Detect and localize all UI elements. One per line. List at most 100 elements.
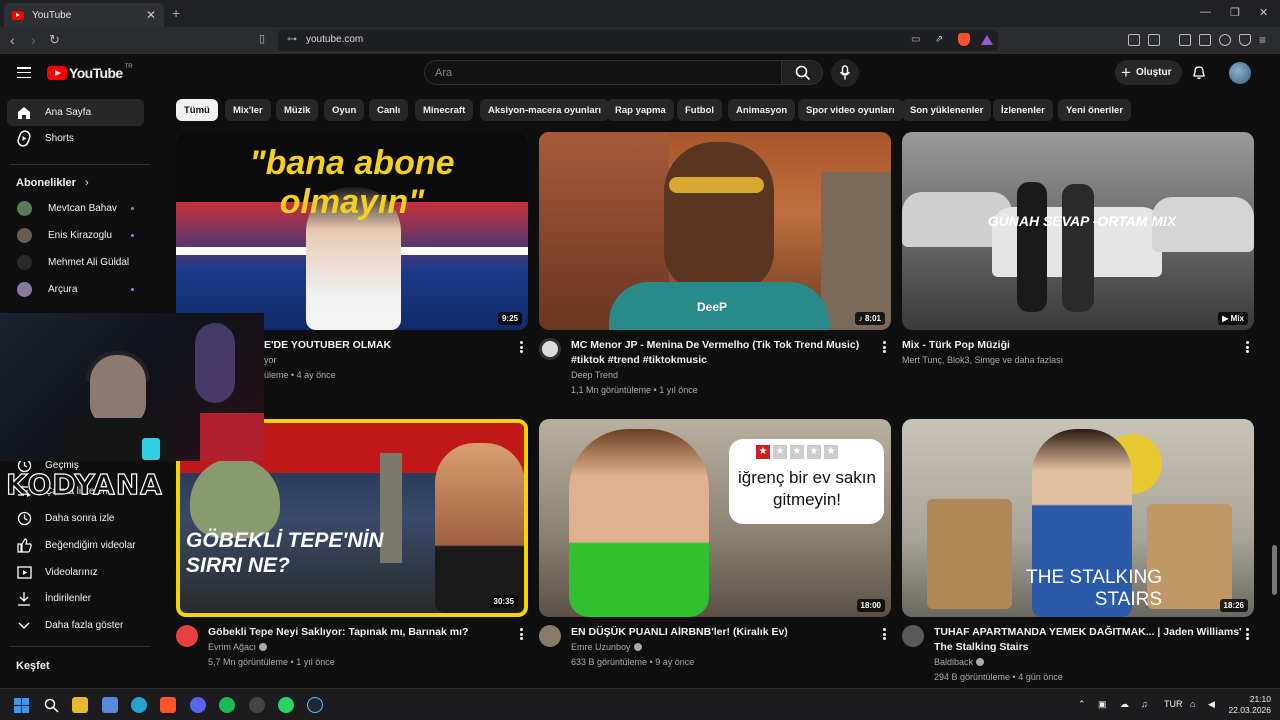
channel-name[interactable]: Emre Uzunboy <box>571 640 642 655</box>
reading-list-icon[interactable] <box>1148 34 1160 46</box>
extensions-icon[interactable] <box>1128 34 1140 46</box>
notifications-bell-icon[interactable] <box>1192 65 1206 80</box>
url-field[interactable]: ⊶ youtube.com ▭ ⇗ <box>278 30 998 51</box>
restore-icon[interactable]: ❐ <box>1230 6 1240 19</box>
input-language[interactable]: TUR <box>1164 699 1183 709</box>
browser-menu-icon[interactable]: ≡ <box>1259 33 1266 47</box>
create-button[interactable]: + Oluştur <box>1115 60 1182 85</box>
network-icon[interactable]: ⌂ <box>1190 699 1195 709</box>
channel-name[interactable]: Baldiback <box>934 655 985 670</box>
video-thumbnail[interactable]: DeeP ♪ 8:01 <box>539 132 891 330</box>
video-title-line2[interactable]: #tiktok #trend #tiktokmusic <box>571 353 707 368</box>
back-icon[interactable]: ‹ <box>10 32 15 48</box>
channel-name[interactable]: yor <box>264 353 277 368</box>
new-tab-icon[interactable]: + <box>172 5 180 21</box>
channel-avatar[interactable] <box>902 625 924 647</box>
brave-rewards-icon[interactable] <box>981 35 993 45</box>
video-title[interactable]: Göbekli Tepe Neyi Saklıyor: Tapınak mı, … <box>208 625 468 640</box>
chip[interactable]: Son yüklenenler <box>902 99 992 121</box>
menu-icon[interactable] <box>17 67 31 79</box>
edge-icon[interactable] <box>131 697 147 713</box>
page-scrollbar[interactable] <box>1272 545 1277 595</box>
channel-name[interactable]: Mert Tunç, Blok3, Simge ve daha fazlası <box>902 353 1063 368</box>
sidebar-item-downloads[interactable]: İndirilenler <box>7 585 144 612</box>
chip[interactable]: Rap yapma <box>607 99 674 121</box>
sidebar-item-watch-later[interactable]: Daha sonra izle <box>7 505 144 532</box>
video-title[interactable]: EN DÜŞÜK PUANLI AİRBNB'ler! (Kiralık Ev) <box>571 625 788 640</box>
more-actions-icon[interactable] <box>520 628 523 640</box>
brave-icon[interactable] <box>160 697 176 713</box>
video-thumbnail[interactable]: THE STALKING STAIRS 18:26 <box>902 419 1254 617</box>
channel-name[interactable]: Evrim Ağacı <box>208 640 268 655</box>
chip[interactable]: Minecraft <box>415 99 474 121</box>
chip[interactable]: Animasyon <box>728 99 796 121</box>
sidebar-item-shorts[interactable]: Shorts <box>7 125 144 152</box>
bookmark-icon[interactable]: ▯ <box>259 32 265 45</box>
video-title[interactable]: Mix - Türk Pop Müziği <box>902 338 1010 353</box>
video-title[interactable]: E'DE YOUTUBER OLMAK <box>264 338 391 353</box>
share-icon[interactable]: ⇗ <box>935 34 943 45</box>
subscriptions-heading[interactable]: Abonelikler › <box>16 177 89 189</box>
tray-mic-icon[interactable]: ♫ <box>1141 699 1148 709</box>
chip[interactable]: Aksiyon-macera oyunları <box>480 99 609 121</box>
site-info-icon[interactable]: ⊶ <box>287 34 297 45</box>
chip[interactable]: Oyun <box>324 99 365 121</box>
subscription-item[interactable]: Arçura <box>7 276 144 303</box>
more-actions-icon[interactable] <box>1246 628 1249 640</box>
obs-icon[interactable] <box>249 697 265 713</box>
subscription-item[interactable]: Mevtcan Bahav <box>7 195 144 222</box>
discord-icon[interactable] <box>190 697 206 713</box>
chip[interactable]: Tümü <box>176 99 218 121</box>
voice-search-button[interactable] <box>831 59 859 87</box>
channel-avatar[interactable] <box>176 625 198 647</box>
vpn-icon[interactable] <box>1239 34 1251 46</box>
youtube-logo[interactable]: YouTube TR <box>47 64 133 81</box>
windows-start-icon[interactable] <box>14 698 29 713</box>
window-close-icon[interactable]: ✕ <box>1259 6 1268 19</box>
more-actions-icon[interactable] <box>883 628 886 640</box>
browser-tab[interactable]: YouTube ✕ <box>4 3 164 27</box>
volume-icon[interactable]: ◀ <box>1208 699 1215 710</box>
tray-weather-icon[interactable]: ☁ <box>1120 699 1129 710</box>
video-title[interactable]: TUHAF APARTMANDA YEMEK DAĞITMAK... | Jad… <box>934 625 1242 640</box>
sidebar-item-show-more[interactable]: Daha fazla göster <box>7 612 144 639</box>
show-hidden-icons-icon[interactable]: ⌃ <box>1078 699 1086 710</box>
channel-avatar[interactable] <box>539 625 561 647</box>
search-input[interactable]: Ara <box>424 60 782 85</box>
wallet-icon[interactable] <box>1199 34 1211 46</box>
video-thumbnail[interactable]: "bana abone olmayın" 9:25 <box>176 132 528 330</box>
clock[interactable]: 21:10 22.03.2026 <box>1225 694 1271 716</box>
video-title[interactable]: MC Menor JP - Menina De Vermelho (Tik To… <box>571 338 859 353</box>
whatsapp-icon[interactable] <box>278 697 294 713</box>
chip[interactable]: Spor video oyunları <box>798 99 903 121</box>
video-thumbnail[interactable]: ★ ★ ★ ★ ★ iğrenç bir ev sakın gitmeyin! … <box>539 419 891 617</box>
more-actions-icon[interactable] <box>520 341 523 353</box>
microsoft-store-icon[interactable] <box>102 697 118 713</box>
brave-shields-icon[interactable] <box>958 33 970 46</box>
subscription-item[interactable]: Mehmet Ali Güldal <box>7 249 144 276</box>
sidebar-item-home[interactable]: Ana Sayfa <box>7 99 144 126</box>
sidebar-toggle-icon[interactable] <box>1179 34 1191 46</box>
subscription-item[interactable]: Enis Kirazoglu <box>7 222 144 249</box>
forward-icon[interactable]: › <box>31 32 36 48</box>
sidebar-item-liked-videos[interactable]: Beğendiğim videolar <box>7 532 144 559</box>
search-icon[interactable] <box>44 698 59 713</box>
search-button[interactable] <box>781 60 823 85</box>
chip[interactable]: Canlı <box>369 99 409 121</box>
tab-close-icon[interactable]: ✕ <box>146 8 156 22</box>
channel-avatar[interactable] <box>539 338 561 360</box>
chip[interactable]: Yeni öneriler <box>1058 99 1132 121</box>
leo-ai-icon[interactable] <box>1219 34 1231 46</box>
chip[interactable]: Futbol <box>677 99 723 121</box>
account-avatar[interactable] <box>1229 62 1251 84</box>
reload-icon[interactable]: ↻ <box>49 32 60 48</box>
sidebar-item-your-videos[interactable]: Videolarınız <box>7 559 144 586</box>
chip[interactable]: Mix'ler <box>225 99 271 121</box>
minimize-icon[interactable]: — <box>1200 6 1211 18</box>
video-thumbnail[interactable]: GÜNAH SEVAP -ORTAM MIX ▶ Mix <box>902 132 1254 330</box>
channel-name[interactable]: Deep Trend <box>571 368 618 383</box>
more-actions-icon[interactable] <box>1246 341 1249 353</box>
tray-app-icon[interactable]: ▣ <box>1098 699 1107 710</box>
chip[interactable]: Müzik <box>276 99 319 121</box>
file-explorer-icon[interactable] <box>72 697 88 713</box>
